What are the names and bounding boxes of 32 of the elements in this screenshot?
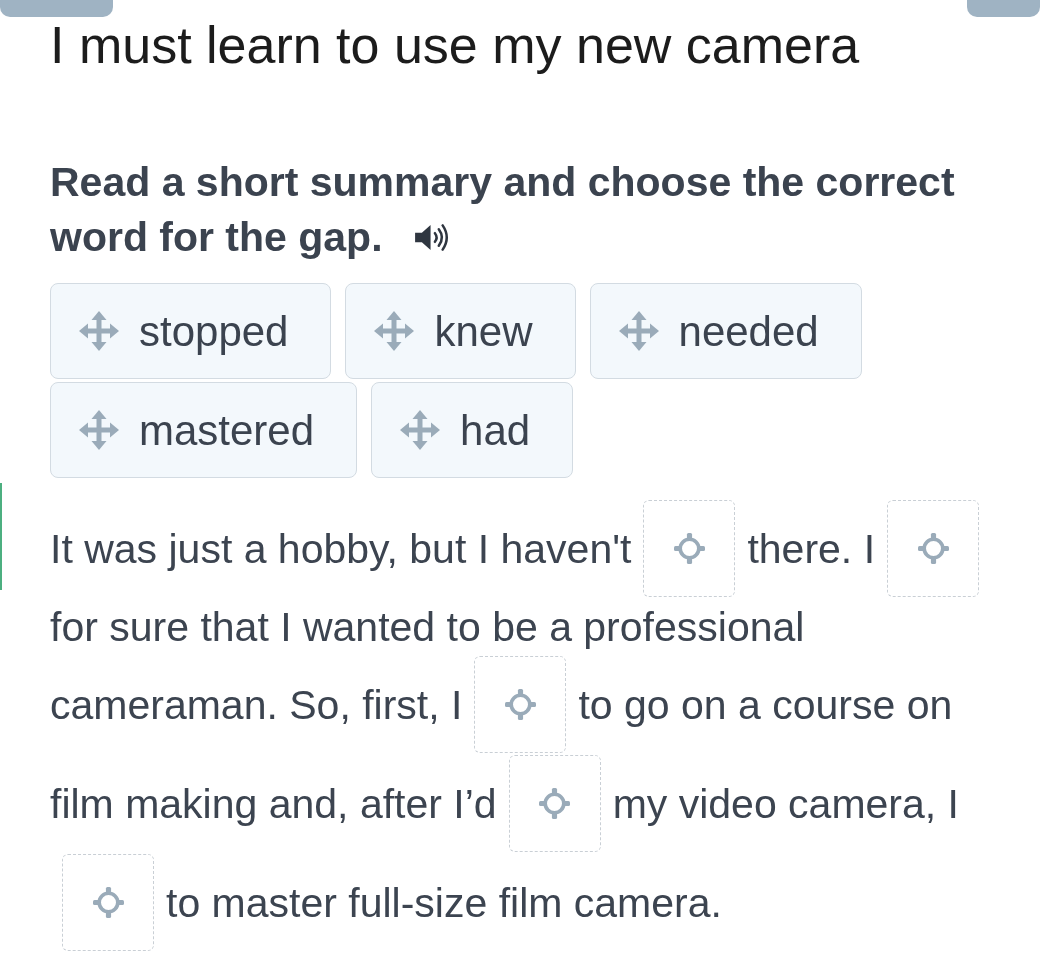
passage-text: It was just a hobby, but I haven't	[50, 524, 632, 574]
passage-text: there. I	[747, 524, 876, 574]
answer-box[interactable]	[62, 854, 154, 951]
passage-text: to master full-size film camera.	[166, 878, 722, 928]
answer-box[interactable]	[643, 500, 736, 597]
instruction-text: Read a short summary and choose the correct	[50, 158, 955, 207]
word-tile[interactable]: mastered	[50, 382, 358, 478]
answer-box[interactable]	[508, 755, 601, 852]
crosshair-icon	[92, 887, 124, 918]
crosshair-icon	[504, 689, 536, 720]
move-icon	[374, 311, 415, 351]
answer-box[interactable]	[887, 500, 980, 597]
word-tile[interactable]: stopped	[50, 283, 332, 379]
answer-box[interactable]	[474, 656, 567, 753]
move-icon	[79, 410, 119, 450]
passage-text: to go on a course on	[578, 680, 953, 730]
crosshair-icon	[539, 788, 571, 819]
passage-text: cameraman. So, first, I	[50, 680, 463, 730]
passage-text: my video camera, I	[612, 779, 959, 829]
instruction-text: word for the gap.	[50, 213, 383, 262]
move-icon	[79, 311, 119, 351]
move-icon	[400, 410, 441, 450]
move-icon	[618, 311, 659, 351]
word-tile[interactable]: knew	[345, 283, 576, 379]
word-tile[interactable]: had	[371, 382, 574, 478]
crosshair-icon	[917, 533, 949, 564]
passage-text: for sure that I wanted to be a professional	[50, 602, 805, 652]
word-tile[interactable]: needed	[589, 283, 862, 379]
speaker-icon[interactable]	[414, 223, 450, 252]
crosshair-icon	[673, 533, 705, 564]
page-title: I must learn to use my new camera	[50, 17, 860, 73]
passage-text: film making and, after I’d	[50, 779, 497, 829]
